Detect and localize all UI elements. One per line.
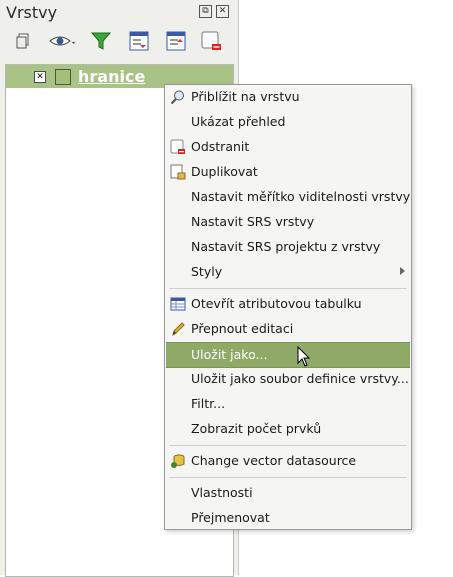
visibility-eye-icon[interactable] xyxy=(46,28,80,54)
menu-separator xyxy=(169,477,407,478)
layer-visibility-checkbox[interactable]: ✕ xyxy=(34,71,46,83)
menu-separator xyxy=(169,445,407,446)
datasource-icon xyxy=(170,453,186,469)
menu-item-rename[interactable]: Přejmenovat xyxy=(166,506,410,530)
float-panel-icon[interactable]: ⧉ xyxy=(199,5,212,18)
collapse-all-icon[interactable] xyxy=(163,28,189,54)
layer-symbol-swatch xyxy=(55,69,71,85)
panel-title: Vrstvy xyxy=(6,3,58,22)
menu-item-set-scale-visibility[interactable]: Nastavit měřítko viditelnosti vrstvy xyxy=(166,185,410,209)
menu-item-show-feature-count[interactable]: Zobrazit počet prvků xyxy=(166,417,410,441)
menu-item-remove[interactable]: Odstranit xyxy=(166,135,410,159)
duplicate-icon xyxy=(170,164,186,180)
remove-icon xyxy=(170,139,186,155)
expand-all-icon[interactable] xyxy=(126,28,152,54)
filter-funnel-icon[interactable] xyxy=(88,28,114,54)
menu-item-styles[interactable]: Styly xyxy=(166,260,410,284)
menu-item-set-project-srs[interactable]: Nastavit SRS projektu z vrstvy xyxy=(166,235,410,259)
mouse-cursor-icon xyxy=(297,345,311,371)
layer-context-menu: Přiblížit na vrstvu Ukázat přehled Odstr… xyxy=(164,84,412,530)
menu-item-open-attribute-table[interactable]: Otevřít atributovou tabulku xyxy=(166,292,410,316)
menu-item-filter[interactable]: Filtr... xyxy=(166,392,410,416)
close-panel-icon[interactable]: ✕ xyxy=(216,5,229,18)
add-group-icon[interactable] xyxy=(10,28,36,54)
menu-item-save-as[interactable]: Uložit jako... xyxy=(166,342,410,368)
menu-separator xyxy=(169,288,407,289)
menu-item-duplicate[interactable]: Duplikovat xyxy=(166,160,410,184)
menu-item-zoom-to-layer[interactable]: Přiblížit na vrstvu xyxy=(166,85,410,109)
submenu-arrow-icon xyxy=(400,267,405,275)
menu-item-properties[interactable]: Vlastnosti xyxy=(166,481,410,505)
zoom-icon xyxy=(170,89,186,105)
menu-item-show-overview[interactable]: Ukázat přehled xyxy=(166,110,410,134)
pencil-icon xyxy=(170,321,186,337)
menu-item-save-as-layer-definition[interactable]: Uložit jako soubor definice vrstvy... xyxy=(166,367,410,391)
table-icon xyxy=(170,296,186,312)
menu-item-toggle-editing[interactable]: Přepnout editaci xyxy=(166,317,410,341)
remove-layer-icon[interactable] xyxy=(198,28,224,54)
layer-name[interactable]: hranice xyxy=(78,67,145,86)
menu-item-change-datasource[interactable]: Change vector datasource xyxy=(166,449,410,473)
menu-item-set-layer-srs[interactable]: Nastavit SRS vrstvy xyxy=(166,210,410,234)
